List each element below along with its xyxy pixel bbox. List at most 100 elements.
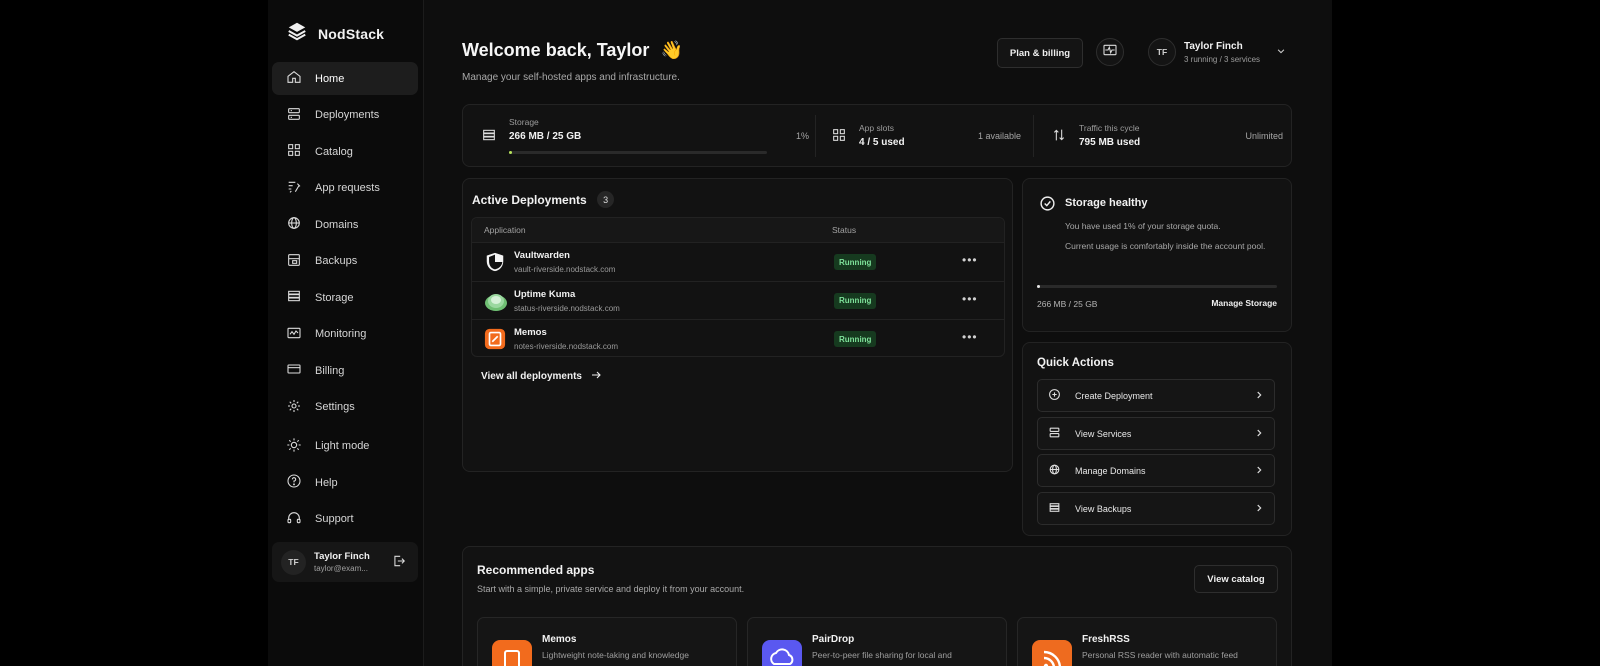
divider <box>815 115 816 157</box>
quick-actions-title: Quick Actions <box>1037 357 1114 369</box>
sidebar-item-home[interactable]: Home <box>272 62 418 95</box>
app-url[interactable]: vault-riverside.nodstack.com <box>514 265 615 274</box>
sidebar-item-label: App requests <box>315 182 380 194</box>
storage-health-usage: 266 MB / 25 GB <box>1037 299 1098 309</box>
sidebar-item-backups[interactable]: Backups <box>272 245 418 278</box>
avatar: TF <box>1148 38 1176 66</box>
column-application: Application <box>484 225 526 235</box>
manage-storage-link[interactable]: Manage Storage <box>1211 298 1277 308</box>
app-description: Lightweight note-taking and knowledge <box>542 650 689 660</box>
stat-slots: App slots 4 / 5 used 1 available <box>831 105 1021 167</box>
sidebar-item-help[interactable]: Help <box>272 466 418 499</box>
card-icon <box>286 361 302 380</box>
sidebar-item-label: Catalog <box>315 145 353 158</box>
grid-icon <box>831 127 847 148</box>
stat-storage: Storage 266 MB / 25 GB 1% <box>479 105 809 167</box>
storage-health-track <box>1037 285 1277 288</box>
storage-health-line1: You have used 1% of your storage quota. <box>1065 221 1221 231</box>
gear-icon <box>286 398 302 417</box>
deployments-header: Active Deployments 3 <box>472 191 615 209</box>
status-badge: Running <box>834 292 877 309</box>
view-backups-button[interactable]: View Backups <box>1037 492 1275 525</box>
sidebar-item-label: Storage <box>315 291 354 304</box>
sidebar-item-app-requests[interactable]: App requests <box>272 172 418 205</box>
storage-health-card: Storage healthy You have used 1% of your… <box>1022 178 1292 332</box>
view-all-label: View all deployments <box>481 371 582 382</box>
rss-icon <box>1032 640 1072 666</box>
activity-button[interactable] <box>1096 38 1124 66</box>
header-user-sub: 3 running / 3 services <box>1184 54 1261 64</box>
user-email: taylor@exam... <box>314 564 368 573</box>
deployments-icon <box>286 106 302 125</box>
recommended-app-card[interactable]: Memos Lightweight note-taking and knowle… <box>477 617 737 666</box>
sidebar: NodStack Home Deployments Catalog App re… <box>268 0 424 666</box>
chevron-right-icon <box>1254 465 1264 477</box>
storage-icon <box>286 288 302 307</box>
view-services-button[interactable]: View Services <box>1037 417 1275 450</box>
more-options-icon[interactable]: ••• <box>962 253 978 267</box>
sidebar-item-domains[interactable]: Domains <box>272 208 418 241</box>
manage-domains-button[interactable]: Manage Domains <box>1037 454 1275 487</box>
header-user-menu[interactable]: TF Taylor Finch 3 running / 3 services <box>1148 38 1286 66</box>
sidebar-item-support[interactable]: Support <box>272 503 418 536</box>
recommended-subtitle: Start with a simple, private service and… <box>477 584 745 594</box>
sidebar-item-label: Domains <box>315 218 359 231</box>
sidebar-extra: Light mode Help Support <box>272 430 418 536</box>
sidebar-item-catalog[interactable]: Catalog <box>272 135 418 168</box>
view-all-deployments-link[interactable]: View all deployments <box>481 369 602 384</box>
table-row[interactable]: Uptime Kuma status-riverside.nodstack.co… <box>472 280 1004 320</box>
sidebar-item-settings[interactable]: Settings <box>272 391 418 424</box>
recommended-card: Recommended apps Start with a simple, pr… <box>462 546 1292 666</box>
app-url[interactable]: status-riverside.nodstack.com <box>514 304 620 313</box>
sidebar-item-label: Help <box>315 476 338 489</box>
brand-name: NodStack <box>318 25 385 42</box>
table-row[interactable]: Vaultwarden vault-riverside.nodstack.com… <box>472 242 1004 281</box>
more-options-icon[interactable]: ••• <box>962 330 978 344</box>
app-url[interactable]: notes-riverside.nodstack.com <box>514 342 618 351</box>
sidebar-item-label: Light mode <box>315 440 370 452</box>
sidebar-item-storage[interactable]: Storage <box>272 281 418 314</box>
sidebar-item-billing[interactable]: Billing <box>272 354 418 387</box>
quick-actions-card: Quick Actions Create Deployment View Ser… <box>1022 342 1292 536</box>
avatar: TF <box>281 549 306 575</box>
help-icon <box>286 473 302 492</box>
page-subtitle: Manage your self-hosted apps and infrast… <box>462 72 680 83</box>
brand[interactable]: NodStack <box>286 20 384 47</box>
arrow-right-icon <box>590 369 602 384</box>
logout-icon[interactable] <box>392 554 406 573</box>
wave-icon: 👋 <box>660 40 683 60</box>
storage-health-fill <box>1037 285 1040 288</box>
stat-value: 4 / 5 used <box>859 137 905 148</box>
quick-action-label: Create Deployment <box>1075 390 1153 401</box>
stat-right: Unlimited <box>1245 131 1283 141</box>
quick-action-label: Manage Domains <box>1075 465 1146 476</box>
table-header: Application Status <box>472 218 1004 242</box>
memos-icon <box>492 640 532 666</box>
divider <box>1033 115 1034 157</box>
shield-icon <box>484 251 506 273</box>
plan-billing-button[interactable]: Plan & billing <box>997 38 1083 68</box>
recommended-app-card[interactable]: FreshRSS Personal RSS reader with automa… <box>1017 617 1277 666</box>
view-catalog-button[interactable]: View catalog <box>1194 565 1278 593</box>
sidebar-item-light-mode[interactable]: Light mode <box>272 430 418 463</box>
stat-value: 795 MB used <box>1079 137 1141 148</box>
monitor-icon <box>286 325 302 344</box>
sidebar-item-label: Home <box>315 72 345 85</box>
sidebar-user-card[interactable]: TF Taylor Finch taylor@exam... <box>272 542 418 582</box>
storage-progress-track <box>509 151 767 154</box>
more-options-icon[interactable]: ••• <box>962 292 978 306</box>
logo-icon <box>286 20 308 47</box>
table-row[interactable]: Memos notes-riverside.nodstack.com Runni… <box>472 319 1004 356</box>
sidebar-item-deployments[interactable]: Deployments <box>272 99 418 132</box>
app-name: FreshRSS <box>1082 634 1130 645</box>
headset-icon <box>286 510 302 529</box>
recommended-app-card[interactable]: PairDrop Peer-to-peer file sharing for l… <box>747 617 1007 666</box>
check-circle-icon <box>1039 195 1056 217</box>
app-name: PairDrop <box>812 634 855 645</box>
status-badge: Running <box>834 254 877 270</box>
sidebar-item-label: Support <box>315 513 354 525</box>
sidebar-item-monitoring[interactable]: Monitoring <box>272 318 418 351</box>
quick-action-label: View Backups <box>1075 503 1132 514</box>
storage-health-line2: Current usage is comfortably inside the … <box>1065 241 1266 251</box>
create-deployment-button[interactable]: Create Deployment <box>1037 379 1275 412</box>
